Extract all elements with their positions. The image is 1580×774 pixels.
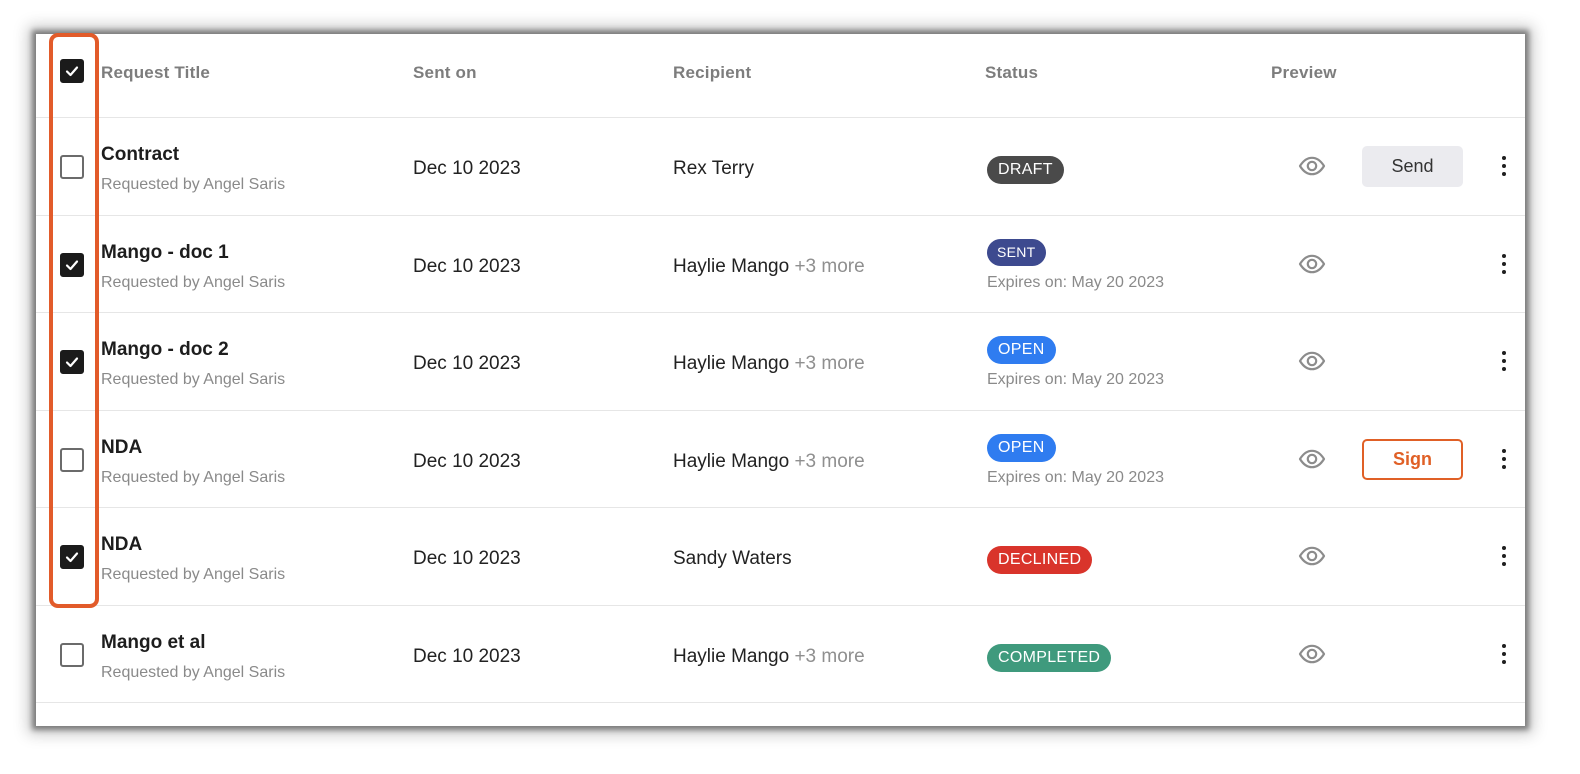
checkmark-icon <box>65 259 79 270</box>
requested-by: Requested by Angel Saris <box>101 566 286 583</box>
kebab-menu-icon[interactable] <box>1498 156 1510 176</box>
expires-on: Expires on: May 20 2023 <box>987 371 1164 388</box>
header-recipient[interactable]: Recipient <box>673 63 751 83</box>
recipient-name: Sandy Waters <box>673 548 792 570</box>
recipient-primary: Haylie Mango <box>673 450 790 472</box>
sent-on-date: Dec 10 2023 <box>413 353 521 374</box>
checkmark-icon <box>65 552 79 563</box>
header-request-title[interactable]: Request Title <box>101 63 210 83</box>
sent-on-date: Dec 10 2023 <box>413 158 521 179</box>
recipient-primary: Haylie Mango <box>673 255 790 277</box>
sent-on-date: Dec 10 2023 <box>413 255 521 277</box>
requested-by: Requested by Angel Saris <box>101 663 286 681</box>
eye-icon[interactable] <box>1298 156 1326 176</box>
sent-on-date: Dec 10 2023 <box>413 548 521 569</box>
eye-icon[interactable] <box>1298 254 1326 274</box>
table-row[interactable]: Mango et al Requested by Angel Saris Dec… <box>36 606 1525 703</box>
send-button[interactable]: Send <box>1362 146 1463 187</box>
header-status[interactable]: Status <box>985 63 1038 83</box>
recipient-name: Rex Terry <box>673 158 754 180</box>
request-title[interactable]: Contract <box>101 144 179 166</box>
expires-on: Expires on: May 20 2023 <box>987 468 1164 486</box>
expires-on: Expires on: May 20 2023 <box>987 273 1164 291</box>
header-preview: Preview <box>1271 63 1337 82</box>
recipient-more[interactable]: +3 more <box>794 646 864 667</box>
eye-icon[interactable] <box>1298 546 1326 566</box>
table-header-row: Request Title Sent on Recipient Status P… <box>36 34 1525 118</box>
table-row[interactable]: NDA Requested by Angel Saris Dec 10 2023… <box>36 508 1525 606</box>
recipient-primary: Haylie Mango <box>673 645 790 667</box>
recipient-more[interactable]: +3 more <box>794 256 864 277</box>
row-checkbox[interactable] <box>60 545 84 569</box>
status-badge: COMPLETED <box>987 643 1112 672</box>
table-row[interactable]: Mango - doc 1 Requested by Angel Saris D… <box>36 216 1525 313</box>
row-checkbox[interactable] <box>60 447 84 472</box>
request-title[interactable]: NDA <box>101 534 142 556</box>
eye-icon[interactable] <box>1298 644 1326 664</box>
requests-table: Request Title Sent on Recipient Status P… <box>36 34 1525 726</box>
request-title[interactable]: NDA <box>101 437 142 459</box>
status-badge: DECLINED <box>987 546 1093 574</box>
table-row[interactable]: Mango - doc 2 Requested by Angel Saris D… <box>36 313 1525 411</box>
sent-on-date: Dec 10 2023 <box>413 645 521 667</box>
kebab-menu-icon[interactable] <box>1498 448 1510 469</box>
row-checkbox[interactable] <box>60 252 84 277</box>
recipient-primary: Sandy Waters <box>673 548 792 569</box>
requested-by: Requested by Angel Saris <box>101 371 286 388</box>
eye-icon[interactable] <box>1298 351 1326 371</box>
checkmark-icon <box>65 357 79 368</box>
recipient-name: Haylie Mango +3 more <box>673 451 865 473</box>
status-badge: OPEN <box>987 336 1056 364</box>
table-row[interactable]: Contract Requested by Angel Saris Dec 10… <box>36 118 1525 216</box>
recipient-more[interactable]: +3 more <box>794 451 864 472</box>
checkmark-icon <box>65 66 79 77</box>
sent-on-date: Dec 10 2023 <box>413 450 521 472</box>
recipient-name: Haylie Mango +3 more <box>673 256 865 278</box>
status-badge: DRAFT <box>987 156 1064 184</box>
header-sent-on[interactable]: Sent on <box>413 63 477 83</box>
recipient-primary: Rex Terry <box>673 158 754 179</box>
eye-icon[interactable] <box>1298 449 1326 469</box>
recipient-name: Haylie Mango +3 more <box>673 353 865 375</box>
request-title[interactable]: Mango et al <box>101 632 206 654</box>
status-badge: OPEN <box>987 433 1056 462</box>
kebab-menu-icon[interactable] <box>1498 351 1510 371</box>
kebab-menu-icon[interactable] <box>1498 546 1510 566</box>
row-checkbox[interactable] <box>60 642 84 667</box>
status-badge: SENT <box>987 238 1046 266</box>
request-title[interactable]: Mango - doc 1 <box>101 242 229 264</box>
request-title[interactable]: Mango - doc 2 <box>101 339 229 361</box>
requested-by: Requested by Angel Saris <box>101 468 286 486</box>
recipient-name: Haylie Mango +3 more <box>673 646 865 668</box>
select-all-checkbox[interactable] <box>60 59 84 83</box>
requested-by: Requested by Angel Saris <box>101 273 286 291</box>
kebab-menu-icon[interactable] <box>1498 643 1510 664</box>
sign-button[interactable]: Sign <box>1362 438 1463 480</box>
table-row[interactable]: NDA Requested by Angel Saris Dec 10 2023… <box>36 411 1525 508</box>
row-checkbox[interactable] <box>60 155 84 179</box>
row-checkbox[interactable] <box>60 350 84 374</box>
recipient-more[interactable]: +3 more <box>794 353 864 374</box>
kebab-menu-icon[interactable] <box>1498 253 1510 274</box>
requested-by: Requested by Angel Saris <box>101 176 286 193</box>
recipient-primary: Haylie Mango <box>673 353 790 374</box>
